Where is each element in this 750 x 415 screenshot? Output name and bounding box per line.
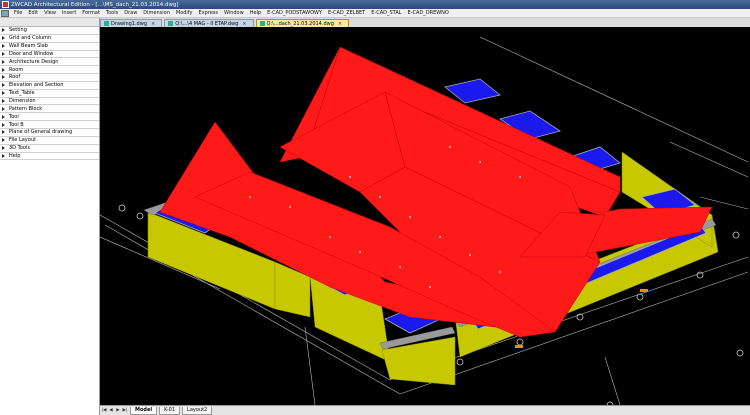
zwcad-app-icon[interactable] xyxy=(2,1,9,8)
layout-tab-bar: |◀ ◀ ▶ ▶| Model K-01 Layout2 xyxy=(100,405,750,415)
expand-arrow-icon xyxy=(2,146,5,151)
expand-arrow-icon xyxy=(2,99,5,104)
menu-tools[interactable]: Tools xyxy=(103,10,121,16)
menu-window[interactable]: Window xyxy=(221,10,247,16)
panel-item-room[interactable]: Room xyxy=(0,66,99,75)
last-layout-icon[interactable]: ▶| xyxy=(122,408,128,414)
panel-item-label: Text_Table xyxy=(9,90,35,97)
menu-view[interactable]: View xyxy=(41,10,59,16)
menu-express[interactable]: Express xyxy=(195,10,221,16)
panel-item-label: Room xyxy=(9,66,24,73)
close-icon[interactable]: × xyxy=(151,21,155,27)
panel-item-label: Tool xyxy=(9,113,19,120)
dwg-file-icon xyxy=(104,21,109,26)
panel-item-label: Architecture Design xyxy=(9,58,59,65)
close-icon[interactable]: × xyxy=(338,21,342,27)
menu-format[interactable]: Format xyxy=(79,10,103,16)
panel-item-door-window[interactable]: Door and Window xyxy=(0,51,99,59)
panel-item-help[interactable]: Help xyxy=(0,153,99,161)
tab-dach-active[interactable]: Q:\...dach_21.03.2014.dwg × xyxy=(255,19,350,27)
expand-arrow-icon xyxy=(2,91,5,96)
drawing-viewport[interactable] xyxy=(100,27,750,405)
menu-bar: File Edit View Insert Format Tools Draw … xyxy=(0,9,750,18)
panel-item-pattern-block[interactable]: Pattern Block xyxy=(0,105,99,114)
panel-item-tool-b[interactable]: Tool B xyxy=(0,121,99,129)
panel-item-tool[interactable]: Tool xyxy=(0,113,99,122)
first-layout-icon[interactable]: |◀ xyxy=(101,408,107,414)
expand-arrow-icon xyxy=(2,130,5,135)
document-menu-icon[interactable] xyxy=(1,9,9,17)
menu-ecad-podstawowy[interactable]: E-CAD_PODSTAWOWY xyxy=(264,10,325,16)
expand-arrow-icon xyxy=(2,59,5,64)
menu-draw[interactable]: Draw xyxy=(121,10,140,16)
roof-3d-model xyxy=(100,36,749,405)
expand-arrow-icon xyxy=(2,122,5,127)
menu-help[interactable]: Help xyxy=(247,10,264,16)
panel-item-3d-tools[interactable]: 3D Tools xyxy=(0,145,99,153)
panel-item-text-table[interactable]: Text_Table xyxy=(0,90,99,98)
panel-item-wall-beam-slab[interactable]: Wall Beam Slab xyxy=(0,43,99,51)
dwg-file-icon xyxy=(168,21,174,26)
panel-item-file-layout[interactable]: File Layout xyxy=(0,137,99,145)
panel-item-roof[interactable]: Roof xyxy=(0,74,99,82)
architecture-menu-panel: Setting Grid and Column Wall Beam Slab D… xyxy=(0,18,100,415)
title-bar: ZWCAD Architectural Edition - [...\MS_da… xyxy=(0,0,750,9)
tab-mag-etap[interactable]: Q:\...\4 MAG - II ETAP.dwg × xyxy=(164,19,254,27)
tab-k01[interactable]: K-01 xyxy=(159,406,181,415)
panel-item-label: Dimension xyxy=(9,98,36,105)
menu-ecad-drewno[interactable]: E-CAD_DREWNO xyxy=(405,10,452,16)
tab-layout2[interactable]: Layout2 xyxy=(182,406,213,415)
dwg-file-icon xyxy=(259,21,265,26)
panel-item-label: Setting xyxy=(9,27,27,34)
panel-item-label: Elevation and Section xyxy=(9,82,64,89)
panel-item-label: Help xyxy=(9,152,21,159)
panel-item-label: Grid and Column xyxy=(9,35,52,42)
menu-ecad-zelbet[interactable]: E-CAD_ZELBET xyxy=(325,10,368,16)
expand-arrow-icon xyxy=(2,83,5,88)
panel-item-label: Pattern Block xyxy=(9,105,43,112)
panel-item-label: File Layout xyxy=(9,137,36,144)
panel-item-architecture-design[interactable]: Architecture Design xyxy=(0,58,99,67)
menu-edit[interactable]: Edit xyxy=(25,10,41,16)
panel-item-elevation-section[interactable]: Elevation and Section xyxy=(0,82,99,90)
expand-arrow-icon xyxy=(2,106,5,111)
menu-dimension[interactable]: Dimension xyxy=(140,10,173,16)
tab-label: Drawing1.dwg xyxy=(111,20,147,27)
panel-item-label: 3D Tools xyxy=(9,145,30,152)
panel-header xyxy=(0,18,99,27)
expand-arrow-icon xyxy=(2,67,5,72)
expand-arrow-icon xyxy=(2,28,5,33)
next-layout-icon[interactable]: ▶ xyxy=(115,408,121,414)
tab-model[interactable]: Model xyxy=(130,406,158,415)
panel-item-label: Roof xyxy=(9,74,21,81)
expand-arrow-icon xyxy=(2,44,5,49)
tab-label: Q:\...\4 MAG - II ETAP.dwg xyxy=(175,20,239,27)
panel-item-dimension[interactable]: Dimension xyxy=(0,98,99,106)
panel-item-plane-general-drawing[interactable]: Plane of General drawing xyxy=(0,129,99,137)
document-tab-bar: Drawing1.dwg × Q:\...\4 MAG - II ETAP.dw… xyxy=(100,18,750,27)
panel-item-setting[interactable]: Setting xyxy=(0,27,99,35)
panel-item-grid-column[interactable]: Grid and Column xyxy=(0,35,99,43)
expand-arrow-icon xyxy=(2,51,5,56)
menu-insert[interactable]: Insert xyxy=(59,10,79,16)
menu-ecad-stal[interactable]: E-CAD_STAL xyxy=(368,10,404,16)
close-icon[interactable]: × xyxy=(242,21,246,27)
expand-arrow-icon xyxy=(2,114,5,119)
expand-arrow-icon xyxy=(2,153,5,158)
expand-arrow-icon xyxy=(2,138,5,143)
expand-arrow-icon xyxy=(2,75,5,80)
tab-label: Q:\...dach_21.03.2014.dwg xyxy=(266,20,334,27)
menu-modify[interactable]: Modify xyxy=(173,10,196,16)
prev-layout-icon[interactable]: ◀ xyxy=(108,408,114,414)
panel-item-label: Plane of General drawing xyxy=(9,129,73,136)
panel-item-label: Wall Beam Slab xyxy=(9,43,48,50)
expand-arrow-icon xyxy=(2,36,5,41)
window-title: ZWCAD Architectural Edition - [...\MS_da… xyxy=(11,1,179,8)
panel-item-label: Tool B xyxy=(9,121,24,128)
menu-file[interactable]: File xyxy=(11,10,25,16)
tab-drawing1[interactable]: Drawing1.dwg × xyxy=(100,19,163,27)
panel-item-label: Door and Window xyxy=(9,50,54,57)
